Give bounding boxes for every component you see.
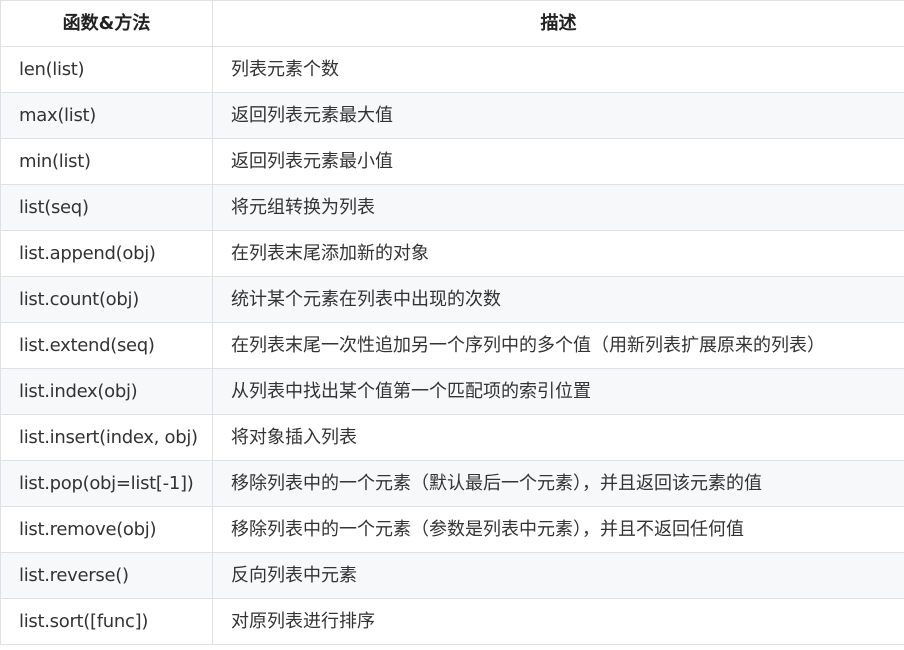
description-cell: 将对象插入列表 <box>212 414 904 461</box>
table-row: list.remove(obj) 移除列表中的一个元素（参数是列表中元素），并且不… <box>0 506 904 553</box>
table-row: list.extend(seq) 在列表末尾一次性追加另一个序列中的多个值（用新列… <box>0 322 904 369</box>
method-cell: len(list) <box>0 46 213 93</box>
method-cell: max(list) <box>0 92 213 139</box>
method-cell: list.append(obj) <box>0 230 213 277</box>
method-cell: list.insert(index, obj) <box>0 414 213 461</box>
method-cell: list.reverse() <box>0 552 213 599</box>
method-cell: list.extend(seq) <box>0 322 213 369</box>
method-cell: list.sort([func]) <box>0 598 213 645</box>
method-cell: list.count(obj) <box>0 276 213 323</box>
method-cell: list(seq) <box>0 184 213 231</box>
table-row: len(list) 列表元素个数 <box>0 46 904 93</box>
table-row: list.index(obj) 从列表中找出某个值第一个匹配项的索引位置 <box>0 368 904 415</box>
header-description: 描述 <box>212 0 904 47</box>
table-row: list.insert(index, obj) 将对象插入列表 <box>0 414 904 461</box>
table-row: list.count(obj) 统计某个元素在列表中出现的次数 <box>0 276 904 323</box>
table-row: list.reverse() 反向列表中元素 <box>0 552 904 599</box>
description-cell: 从列表中找出某个值第一个匹配项的索引位置 <box>212 368 904 415</box>
table-row: max(list) 返回列表元素最大值 <box>0 92 904 139</box>
table-header: 函数&方法 描述 <box>0 0 904 47</box>
description-cell: 在列表末尾添加新的对象 <box>212 230 904 277</box>
method-cell: min(list) <box>0 138 213 185</box>
table-row: list(seq) 将元组转换为列表 <box>0 184 904 231</box>
table-row: list.append(obj) 在列表末尾添加新的对象 <box>0 230 904 277</box>
method-cell: list.index(obj) <box>0 368 213 415</box>
description-cell: 移除列表中的一个元素（参数是列表中元素），并且不返回任何值 <box>212 506 904 553</box>
header-method: 函数&方法 <box>0 0 213 47</box>
description-cell: 反向列表中元素 <box>212 552 904 599</box>
description-cell: 返回列表元素最大值 <box>212 92 904 139</box>
description-cell: 列表元素个数 <box>212 46 904 93</box>
method-cell: list.pop(obj=list[-1]) <box>0 460 213 507</box>
description-cell: 将元组转换为列表 <box>212 184 904 231</box>
method-cell: list.remove(obj) <box>0 506 213 553</box>
table-body: len(list) 列表元素个数 max(list) 返回列表元素最大值 min(lis… <box>0 46 904 645</box>
table-row: list.pop(obj=list[-1]) 移除列表中的一个元素（默认最后一个元… <box>0 460 904 507</box>
description-cell: 移除列表中的一个元素（默认最后一个元素），并且返回该元素的值 <box>212 460 904 507</box>
description-cell: 返回列表元素最小值 <box>212 138 904 185</box>
methods-table: 函数&方法 描述 len(list) 列表元素个数 max(list) 返回列表元素最… <box>0 0 904 645</box>
header-row: 函数&方法 描述 <box>0 0 904 47</box>
table-row: min(list) 返回列表元素最小值 <box>0 138 904 185</box>
description-cell: 统计某个元素在列表中出现的次数 <box>212 276 904 323</box>
description-cell: 对原列表进行排序 <box>212 598 904 645</box>
table-row: list.sort([func]) 对原列表进行排序 <box>0 598 904 645</box>
description-cell: 在列表末尾一次性追加另一个序列中的多个值（用新列表扩展原来的列表） <box>212 322 904 369</box>
